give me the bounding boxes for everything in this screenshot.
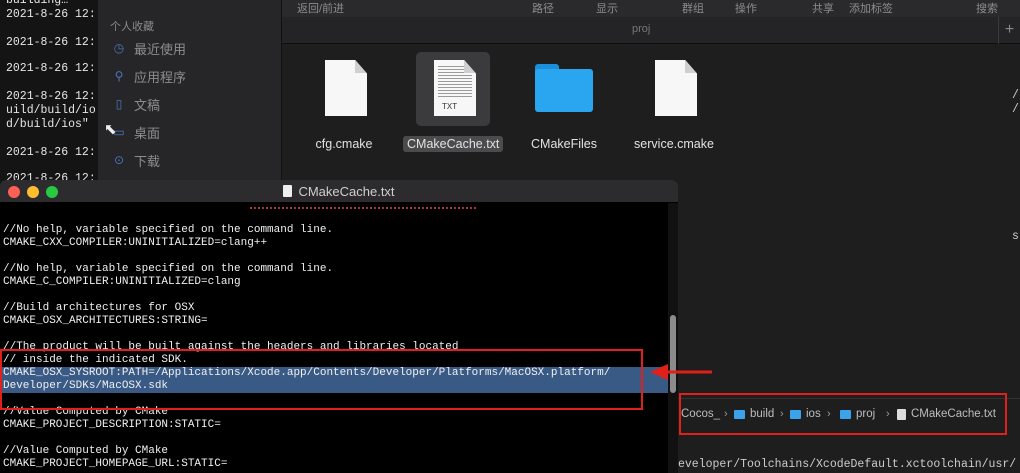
finder-window-title: proj (632, 23, 651, 35)
sidebar-item-documents[interactable]: ▯ 文稿 (112, 94, 160, 114)
code-line: CMAKE_C_COMPILER:UNINITIALIZED=clang (3, 276, 241, 288)
finder-file-grid: cfg.cmake TXT CMakeCache.txt CMakeFiles … (282, 44, 1020, 185)
code-line: CMAKE_PROJECT_HOMEPAGE_URL:STATIC= (3, 458, 228, 470)
file-service-cmake[interactable]: service.cmake (624, 52, 724, 153)
editor-title: CMakeCache.txt (0, 184, 678, 199)
finder-toolbar: 返回/前进 路径 显示 群组 操作 共享 添加标签 搜索 (282, 0, 1020, 17)
sidebar-item-recents[interactable]: ◷ 最近使用 (112, 38, 186, 58)
terminal-fragment: / (1012, 89, 1019, 102)
annotation-box-sysroot (0, 349, 643, 410)
code-line: CMAKE_OSX_ARCHITECTURES:STRING= (3, 315, 208, 327)
add-tab-button[interactable]: + (998, 17, 1020, 44)
background-terminal-left: building… 2021-8-26 12: 2021-8-26 12: 2021-… (0, 0, 98, 185)
scrollbar-thumb[interactable] (670, 315, 676, 393)
editor-scrollbar[interactable] (668, 203, 678, 473)
editor-title-text: CMakeCache.txt (298, 184, 395, 199)
file-type-badge: TXT (442, 102, 458, 111)
code-line: CMAKE_CXX_COMPILER:UNINITIALIZED=clang++ (3, 237, 268, 249)
clock-icon: ◷ (113, 41, 125, 55)
finder-tab-bar: proj + (282, 17, 1020, 44)
finder-sidebar: 个人收藏 ◷ 最近使用 ⚲ 应用程序 ▯ 文稿 ▭ 桌面 ⊙ 下载 (98, 0, 282, 185)
file-name: service.cmake (634, 137, 714, 151)
sidebar-item-label: 最近使用 (134, 41, 187, 57)
group-button[interactable]: 群组 (682, 0, 704, 16)
document-icon (283, 185, 293, 197)
view-button[interactable]: 显示 (596, 0, 618, 16)
file-cfg-cmake[interactable]: cfg.cmake (294, 52, 394, 153)
sidebar-item-label: 应用程序 (134, 69, 187, 85)
share-button[interactable]: 共享 (812, 0, 834, 16)
editor-text-area[interactable]: //No help, variable specified on the com… (0, 203, 668, 473)
code-line: CMAKE_PROJECT_DESCRIPTION:STATIC= (3, 419, 221, 431)
document-icon (307, 52, 381, 126)
terminal-line: 2021-8-26 12: (6, 146, 96, 159)
add-tag-button[interactable]: 添加标签 (849, 0, 893, 16)
sidebar-item-label: 文稿 (134, 97, 161, 113)
terminal-fragment: s (1012, 230, 1019, 243)
annotation-arrow-icon (650, 364, 712, 380)
folder-cmakefiles[interactable]: CMakeFiles (514, 52, 614, 153)
terminal-fragment: / (1012, 103, 1019, 116)
sidebar-item-label: 下载 (134, 153, 161, 169)
text-file-icon: TXT (416, 52, 490, 126)
path-button[interactable]: 路径 (532, 0, 554, 16)
folder-icon (527, 52, 601, 126)
document-icon: ▯ (115, 97, 123, 111)
apps-icon: ⚲ (114, 69, 124, 83)
document-icon (637, 52, 711, 126)
finder-window: 个人收藏 ◷ 最近使用 ⚲ 应用程序 ▯ 文稿 ▭ 桌面 ⊙ 下载 返回/前进 … (98, 0, 1020, 185)
file-name: CMakeFiles (531, 137, 597, 151)
code-line: //Value Computed by CMake (3, 445, 169, 457)
sidebar-section-title: 个人收藏 (110, 21, 154, 33)
terminal-line: 2021-8-26 12: (6, 8, 96, 21)
sidebar-item-applications[interactable]: ⚲ 应用程序 (112, 66, 186, 86)
terminal-line: d/build/ios" (6, 118, 89, 131)
code-line: //Build architectures for OSX (3, 302, 195, 314)
terminal-line: building… (6, 0, 69, 7)
file-name: CMakeCache.txt (403, 136, 504, 152)
terminal-bottom-line: eveloper/Toolchains/XcodeDefault.xctoolc… (678, 458, 1017, 471)
sidebar-item-downloads[interactable]: ⊙ 下载 (112, 150, 160, 170)
terminal-line: 2021-8-26 12: (6, 90, 96, 103)
text-editor-window: CMakeCache.txt //No help, variable speci… (0, 180, 678, 473)
annotation-box-pathbar (679, 393, 1007, 435)
terminal-line: uild/build/io (6, 104, 96, 117)
terminal-line: 2021-8-26 12: (6, 36, 96, 49)
action-button[interactable]: 操作 (735, 0, 757, 16)
editor-titlebar: CMakeCache.txt (0, 180, 678, 203)
code-line: //No help, variable specified on the com… (3, 263, 334, 275)
code-line: //No help, variable specified on the com… (3, 224, 334, 236)
search-button[interactable]: 搜索 (976, 0, 998, 16)
file-cmakecache-txt[interactable]: TXT CMakeCache.txt (403, 52, 504, 153)
back-forward-button[interactable]: 返回/前进 (297, 0, 344, 16)
file-name: cfg.cmake (315, 137, 373, 151)
terminal-line: 2021-8-26 12: (6, 62, 96, 75)
download-icon: ⊙ (113, 153, 125, 167)
mouse-cursor-icon: ⬉ (104, 121, 117, 138)
sidebar-item-label: 桌面 (134, 125, 161, 141)
sidebar-item-desktop[interactable]: ▭ 桌面 (112, 122, 160, 142)
